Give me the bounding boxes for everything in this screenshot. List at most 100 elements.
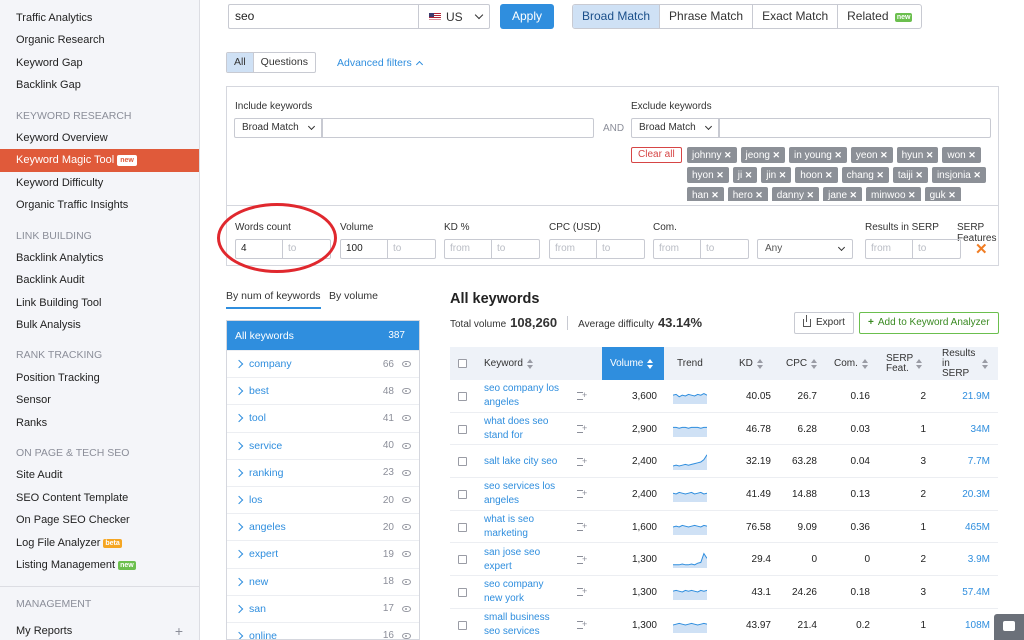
col-kd[interactable]: KD [739,347,763,380]
row-checkbox[interactable] [458,587,467,597]
volume-to-input[interactable]: to [388,239,436,259]
sidebar-item-site-audit[interactable]: Site Audit [0,464,199,486]
tab-by-num-keywords[interactable]: By num of keywords [226,290,321,309]
exclude-tag[interactable]: ji [732,167,758,183]
col-results[interactable]: Results in SERP [942,347,998,380]
sidebar-item-on-page-seo-checker[interactable]: On Page SEO Checker [0,509,199,531]
sidebar-item-position-tracking[interactable]: Position Tracking [0,367,199,389]
group-new[interactable]: new 18 [227,569,419,596]
sidebar-item-my-reports[interactable]: My Reports + [0,620,199,640]
com-to-input[interactable]: to [701,239,749,259]
exclude-tag[interactable]: in young [789,147,847,163]
results-cell[interactable]: 108M [942,609,990,640]
sidebar-item-log-file-analyzer[interactable]: Log File Analyzer beta [0,532,199,554]
add-report-icon[interactable]: + [175,620,183,640]
exclude-match-select[interactable]: Broad Match [631,118,719,138]
keyword-link[interactable]: what does seo stand for [484,415,564,443]
select-all-checkbox[interactable] [458,359,467,368]
exclude-tag[interactable]: han [687,187,724,201]
row-checkbox[interactable] [458,620,467,630]
words-count-from-input[interactable]: 4 [235,239,283,259]
exclude-tag[interactable]: minwoo [866,187,921,201]
keyword-link[interactable]: what is seo marketing [484,513,564,541]
exclude-tag[interactable]: jeong [740,147,786,163]
clear-all-button[interactable]: Clear all [631,147,682,163]
sidebar-item-keyword-gap[interactable]: Keyword Gap [0,52,199,74]
col-cpc[interactable]: CPC [786,347,818,380]
results-cell[interactable]: 7.7M [942,445,990,478]
row-checkbox[interactable] [458,489,467,499]
exclude-tag[interactable]: yeon [850,147,893,163]
add-to-list-icon[interactable] [577,620,587,630]
group-online[interactable]: online 16 [227,623,419,639]
eye-icon[interactable] [402,361,411,368]
eye-icon[interactable] [402,524,411,531]
sidebar-item-backlink-audit[interactable]: Backlink Audit [0,269,199,291]
database-select[interactable]: US [418,4,490,29]
words-count-to-input[interactable]: to [283,239,331,259]
sidebar-item-link-building-tool[interactable]: Link Building Tool [0,292,199,314]
exclude-tag[interactable]: taiji [892,167,928,183]
eye-icon[interactable] [402,551,411,558]
add-to-keyword-analyzer-button[interactable]: + Add to Keyword Analyzer [859,312,999,334]
keyword-search-input[interactable]: seo [228,4,418,29]
add-to-list-icon[interactable] [577,424,587,434]
sidebar-item-keyword-overview[interactable]: Keyword Overview [0,127,199,149]
results-cell[interactable]: 3.9M [942,543,990,576]
exclude-tag[interactable]: hero [727,187,768,201]
row-checkbox[interactable] [458,424,467,434]
apply-button[interactable]: Apply [500,4,554,29]
sidebar-item-keyword-difficulty[interactable]: Keyword Difficulty [0,172,199,194]
sidebar-item-keyword-magic-tool[interactable]: Keyword Magic Tool new [0,149,199,172]
volume-from-input[interactable]: 100 [340,239,388,259]
com-from-input[interactable]: from [653,239,701,259]
results-cell[interactable]: 34M [942,413,990,446]
group-ranking[interactable]: ranking 23 [227,460,419,487]
exclude-tag[interactable]: hoon [795,167,838,183]
add-to-list-icon[interactable] [577,555,587,564]
exclude-tag[interactable]: jin [761,167,792,183]
group-all-keywords[interactable]: All keywords 387 [227,321,419,351]
group-tool[interactable]: tool 41 [227,405,419,433]
results-to-input[interactable]: to [913,239,961,259]
row-checkbox[interactable] [458,391,467,401]
add-to-list-icon[interactable] [577,457,587,466]
kd-to-input[interactable]: to [492,239,540,259]
keyword-link[interactable]: salt lake city seo [484,455,564,469]
sidebar-item-ranks[interactable]: Ranks [0,412,199,434]
add-to-list-icon[interactable] [577,391,587,401]
clear-filters-icon[interactable]: ✕ [975,240,988,258]
results-cell[interactable]: 20.3M [942,478,990,511]
advanced-filters-toggle[interactable]: Advanced filters [337,57,423,69]
add-to-list-icon[interactable] [577,522,587,532]
tab-phrase-match[interactable]: Phrase Match [660,5,754,28]
results-cell[interactable]: 57.4M [942,576,990,609]
tab-by-volume[interactable]: By volume [329,290,378,302]
eye-icon[interactable] [402,578,411,585]
exclude-tag[interactable]: danny [771,187,820,201]
serp-features-select[interactable]: Any [757,239,853,259]
keyword-link[interactable]: seo services los angeles [484,480,564,508]
row-checkbox[interactable] [458,522,467,532]
group-los[interactable]: los 20 [227,487,419,515]
tab-all[interactable]: All [227,53,254,72]
exclude-tag[interactable]: jane [823,187,863,201]
tab-exact-match[interactable]: Exact Match [753,5,839,28]
exclude-keywords-input[interactable] [719,118,991,138]
add-to-list-icon[interactable] [577,587,587,597]
group-best[interactable]: best 48 [227,378,419,406]
exclude-tag[interactable]: insjonia [931,167,986,183]
results-cell[interactable]: 21.9M [942,380,990,413]
sidebar-item-bulk-analysis[interactable]: Bulk Analysis [0,314,199,336]
eye-icon[interactable] [402,442,411,449]
results-cell[interactable]: 465M [942,511,990,544]
keyword-link[interactable]: small business seo services [484,611,564,639]
eye-icon[interactable] [402,469,411,476]
eye-icon[interactable] [402,632,411,639]
eye-icon[interactable] [402,415,411,422]
col-volume[interactable]: Volume [602,347,664,380]
group-san[interactable]: san 17 [227,596,419,623]
sidebar-item-backlink-analytics[interactable]: Backlink Analytics [0,247,199,269]
sidebar-item-organic-traffic-insights[interactable]: Organic Traffic Insights [0,194,199,216]
include-keywords-input[interactable] [322,118,594,138]
